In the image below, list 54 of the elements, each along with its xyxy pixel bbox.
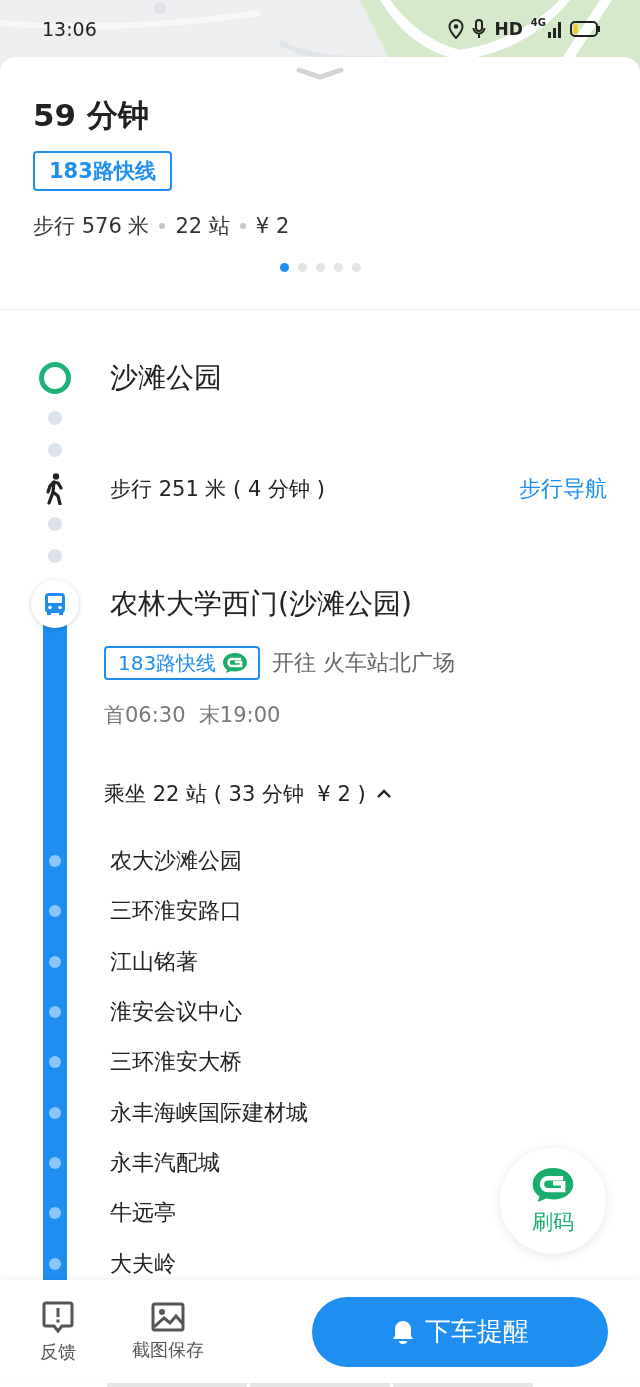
scan-code-button[interactable]: 刷码 bbox=[500, 1148, 606, 1254]
path-dot-icon bbox=[48, 517, 62, 531]
intermediate-stop: 永丰汽配城 bbox=[110, 1148, 220, 1177]
microphone-icon bbox=[472, 18, 487, 39]
image-icon bbox=[151, 1301, 185, 1332]
trip-detail: 步行 576 米 bbox=[33, 213, 150, 240]
status-time: 13:06 bbox=[42, 17, 97, 40]
ride-summary-toggle[interactable]: 乘坐 22 站 ( 33 分钟 ¥ 2 ) bbox=[104, 774, 392, 814]
bus-icon bbox=[31, 580, 79, 628]
intermediate-stop: 牛远亭 bbox=[110, 1199, 176, 1228]
location-icon bbox=[448, 18, 465, 39]
walk-instruction: 步行 251 米 ( 4 分钟 ) bbox=[110, 476, 326, 503]
network-type: 4G bbox=[530, 16, 546, 28]
feedback-icon bbox=[41, 1299, 75, 1334]
bell-icon bbox=[391, 1318, 415, 1345]
intermediate-stop: 淮安会议中心 bbox=[110, 998, 242, 1027]
intermediate-stop: 大夫岭 bbox=[110, 1249, 176, 1278]
intermediate-stop: 农大沙滩公园 bbox=[110, 847, 242, 876]
signal-icon bbox=[548, 19, 562, 38]
path-dot-icon bbox=[48, 443, 62, 457]
intermediate-stop: 三环淮安大桥 bbox=[110, 1048, 242, 1077]
separator-dot-icon bbox=[159, 223, 166, 229]
page-dot[interactable] bbox=[297, 263, 307, 272]
chat-logo-icon bbox=[222, 652, 249, 674]
bus-line-tag[interactable]: 183路快线 bbox=[104, 646, 261, 680]
battery-icon bbox=[570, 20, 600, 37]
page-dot[interactable] bbox=[279, 263, 289, 272]
intermediate-stop: 江山铭著 bbox=[110, 947, 198, 976]
trip-detail: 22 站 bbox=[175, 213, 230, 240]
alight-reminder-button[interactable]: 下车提醒 bbox=[312, 1296, 608, 1367]
trip-duration: 59 分钟 bbox=[33, 96, 150, 135]
page-dot[interactable] bbox=[315, 263, 325, 272]
page-dot[interactable] bbox=[333, 263, 343, 272]
walk-navigation-link[interactable]: 步行导航 bbox=[519, 474, 607, 504]
chat-logo-icon bbox=[531, 1166, 575, 1204]
walking-person-icon bbox=[45, 473, 65, 505]
path-dot-icon bbox=[48, 549, 62, 563]
page-dot[interactable] bbox=[351, 263, 361, 272]
path-dot-icon bbox=[48, 411, 62, 425]
feedback-button[interactable]: 反馈 bbox=[40, 1299, 76, 1364]
intermediate-stop: 永丰海峡国际建材城 bbox=[110, 1098, 308, 1127]
separator-dot-icon bbox=[239, 223, 246, 229]
intermediate-stop: 三环淮安路口 bbox=[110, 897, 242, 926]
service-hours: 首06:30 末19:00 bbox=[104, 702, 282, 729]
start-point-icon bbox=[39, 362, 71, 394]
hd-indicator: HD bbox=[494, 18, 523, 39]
line-tag: 183路快线 bbox=[33, 151, 172, 191]
caret-icon bbox=[375, 788, 392, 800]
screenshot-save-button[interactable]: 截图保存 bbox=[132, 1301, 204, 1362]
boarding-stop: 农林大学西门(沙滩公园) bbox=[110, 586, 412, 622]
trip-detail: ¥ 2 bbox=[255, 214, 290, 238]
collapse-handle-icon[interactable] bbox=[296, 67, 344, 81]
start-stop: 沙滩公园 bbox=[110, 360, 222, 396]
bus-direction: 开往 火车站北广场 bbox=[272, 649, 456, 677]
